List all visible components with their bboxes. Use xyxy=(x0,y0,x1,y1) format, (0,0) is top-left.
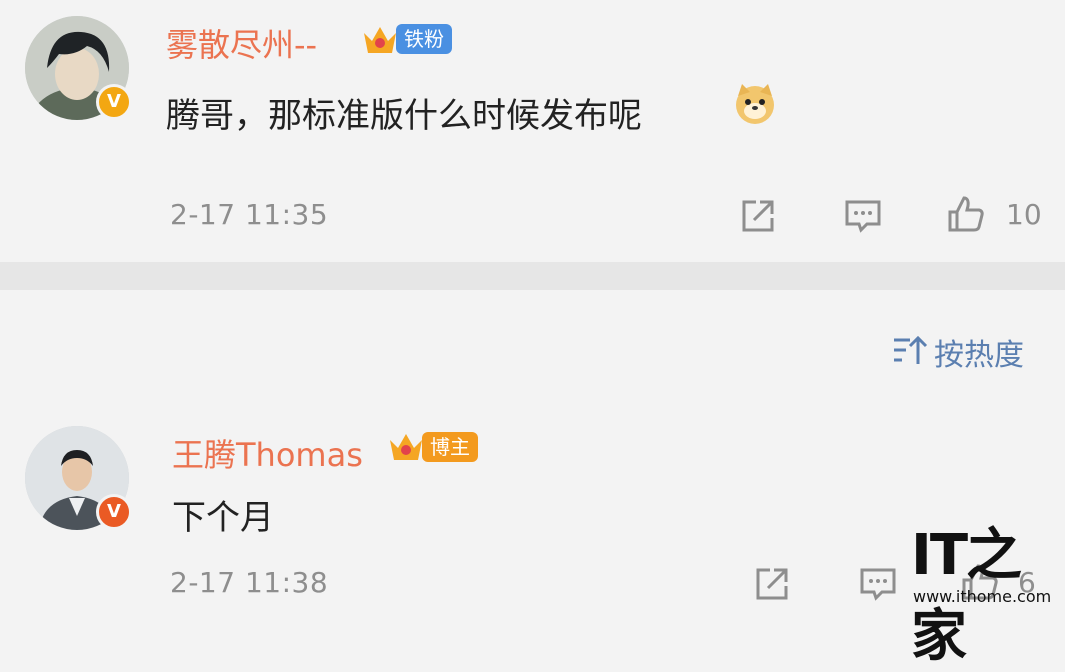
verified-badge: V xyxy=(96,84,132,120)
verified-badge: V xyxy=(96,494,132,530)
like-icon[interactable] xyxy=(946,194,986,234)
timestamp: 2-17 11:35 xyxy=(170,198,329,231)
share-icon[interactable] xyxy=(752,564,792,604)
crown-icon xyxy=(364,27,396,53)
section-divider xyxy=(0,262,1065,290)
comment-text: 下个月 xyxy=(172,498,274,538)
like-count: 10 xyxy=(1006,198,1042,231)
username[interactable]: 雾散尽州-- xyxy=(166,20,317,66)
comment-icon[interactable] xyxy=(843,196,883,236)
comment-text: 腾哥，那标准版什么时候发布呢 xyxy=(166,96,642,136)
doge-emoji xyxy=(736,84,774,124)
fan-tag: 铁粉 xyxy=(396,24,452,54)
share-icon[interactable] xyxy=(738,196,778,236)
crown-icon xyxy=(390,434,422,460)
ithome-watermark: IT之家 www.ithome.com xyxy=(911,510,1052,669)
host-tag: 博主 xyxy=(422,432,478,462)
sort-icon[interactable] xyxy=(892,332,928,368)
timestamp: 2-17 11:38 xyxy=(170,566,329,599)
comment-icon[interactable] xyxy=(858,564,898,604)
watermark-url: www.ithome.com xyxy=(913,587,1052,606)
sort-by-hot-button[interactable]: 按热度 xyxy=(934,330,1024,374)
comment-card: V 雾散尽州-- 铁粉 腾哥，那标准版什么时候发布呢 2-17 11:35 10 xyxy=(0,0,1065,262)
username[interactable]: 王腾Thomas xyxy=(172,430,363,476)
comment-card: 按热度 V 王腾Thomas 博主 下个月 2-17 11:38 6 xyxy=(0,290,1065,616)
